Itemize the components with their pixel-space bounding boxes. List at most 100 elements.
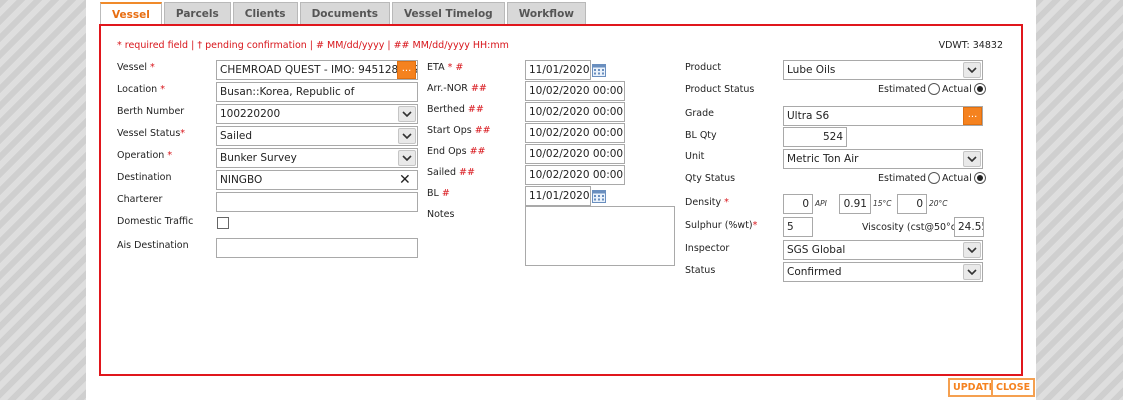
start-ops-field[interactable]: 10/02/2020 00:00 [525, 123, 625, 143]
arr-nor-field[interactable]: 10/02/2020 00:00 [525, 81, 625, 101]
viscosity-label: Viscosity (cst@50°c)* [862, 222, 965, 233]
viscosity-field[interactable]: 24.55 [954, 217, 984, 237]
chevron-down-icon [398, 106, 416, 122]
sailed-label: Sailed ## [427, 167, 475, 178]
sulphur-field[interactable]: 5 [783, 217, 813, 237]
end-ops-label: End Ops ## [427, 146, 486, 157]
actual-label: Actual [942, 83, 972, 95]
eta-field[interactable]: 11/01/2020 [525, 60, 591, 80]
grade-label: Grade [685, 108, 714, 119]
density-20-field[interactable]: 0 [897, 194, 927, 214]
density-20-unit: 20°C [929, 199, 948, 208]
density-label: Density * [685, 197, 729, 208]
destination-label: Destination [117, 172, 172, 183]
bl-label: BL # [427, 188, 450, 199]
vessel-label: Vessel * [117, 62, 155, 73]
inspector-select[interactable]: SGS Global [783, 240, 983, 260]
qty-status-radios: Estimated Actual [878, 172, 986, 184]
chevron-down-icon [398, 128, 416, 144]
vessel-form: * required field | † pending confirmatio… [99, 24, 1023, 376]
product-status-actual-radio[interactable] [973, 83, 986, 95]
tab-vessel[interactable]: Vessel [100, 2, 162, 24]
actual-label: Actual [942, 172, 972, 184]
qty-status-actual-radio[interactable] [973, 172, 986, 184]
tab-clients[interactable]: Clients [232, 2, 298, 24]
chevron-down-icon [963, 151, 981, 167]
vdwt-value: VDWT: 34832 [938, 40, 1003, 51]
bl-qty-field[interactable]: 524 [783, 127, 847, 147]
product-select[interactable]: Lube Oils [783, 60, 983, 80]
berth-number-select[interactable]: 100220200 [216, 104, 418, 124]
charterer-field[interactable] [216, 192, 418, 212]
status-select[interactable]: Confirmed [783, 262, 983, 282]
density-api-field[interactable]: 0 [783, 194, 813, 214]
sailed-field[interactable]: 10/02/2020 00:00 [525, 165, 625, 185]
inspector-label: Inspector [685, 243, 730, 254]
location-field[interactable]: Busan::Korea, Republic of [216, 82, 418, 102]
inspector-value: SGS Global [787, 244, 846, 256]
bl-date-field[interactable]: 11/01/2020 [525, 186, 591, 206]
ais-destination-field[interactable] [216, 238, 418, 258]
tab-bar: Vessel Parcels Clients Documents Vessel … [100, 2, 586, 24]
clear-icon[interactable]: ✕ [399, 173, 411, 187]
operation-value: Bunker Survey [220, 152, 297, 164]
unit-value: Metric Ton Air [787, 153, 859, 165]
qty-status-label: Qty Status [685, 173, 736, 184]
estimated-label: Estimated [878, 83, 926, 95]
vessel-status-select[interactable]: Sailed [216, 126, 418, 146]
density-api-unit: API [815, 199, 827, 208]
vessel-field[interactable]: CHEMROAD QUEST - IMO: 9451288, S [216, 60, 418, 80]
berth-number-label: Berth Number [117, 106, 185, 117]
operation-select[interactable]: Bunker Survey [216, 148, 418, 168]
vessel-status-label: Vessel Status* [117, 128, 186, 139]
qty-status-estimated-radio[interactable] [928, 172, 940, 184]
page-panel: Vessel Parcels Clients Documents Vessel … [86, 0, 1036, 400]
notes-label: Notes [427, 209, 455, 220]
operation-label: Operation * [117, 150, 173, 161]
grade-lookup-button[interactable]: ... [963, 107, 982, 125]
estimated-label: Estimated [878, 172, 926, 184]
field-legend: * required field | † pending confirmatio… [117, 40, 509, 51]
vessel-lookup-button[interactable]: ... [397, 61, 416, 79]
charterer-label: Charterer [117, 194, 163, 205]
product-status-estimated-radio[interactable] [928, 83, 940, 95]
density-15-unit: 15°C [873, 199, 892, 208]
product-label: Product [685, 62, 722, 73]
grade-field[interactable]: Ultra S6 [783, 106, 983, 126]
status-value: Confirmed [787, 266, 842, 278]
berthed-label: Berthed ## [427, 104, 484, 115]
chevron-down-icon [963, 62, 981, 78]
chevron-down-icon [963, 264, 981, 280]
eta-label: ETA * # [427, 62, 464, 73]
chevron-down-icon [963, 242, 981, 258]
unit-label: Unit [685, 151, 705, 162]
location-label: Location * [117, 84, 165, 95]
product-value: Lube Oils [787, 64, 836, 76]
close-button[interactable]: CLOSE [991, 378, 1036, 397]
tab-vessel-timelog[interactable]: Vessel Timelog [392, 2, 505, 24]
domestic-traffic-label: Domestic Traffic [117, 216, 194, 227]
arr-nor-label: Arr.-NOR ## [427, 83, 487, 94]
calendar-icon[interactable] [592, 63, 606, 77]
status-label: Status [685, 265, 716, 276]
calendar-icon[interactable] [592, 189, 606, 203]
tab-documents[interactable]: Documents [299, 2, 390, 24]
product-status-label: Product Status [685, 84, 755, 95]
sulphur-label: Sulphur (%wt)* [685, 220, 758, 231]
berthed-field[interactable]: 10/02/2020 00:00 [525, 102, 625, 122]
domestic-traffic-checkbox[interactable] [217, 217, 229, 229]
bl-qty-label: BL Qty [685, 130, 717, 141]
chevron-down-icon [398, 150, 416, 166]
ais-destination-label: Ais Destination [117, 240, 189, 251]
density-15-field[interactable]: 0.91 [839, 194, 871, 214]
tab-workflow[interactable]: Workflow [506, 2, 586, 24]
notes-textarea[interactable] [525, 206, 675, 266]
product-status-radios: Estimated Actual [878, 83, 986, 95]
unit-select[interactable]: Metric Ton Air [783, 149, 983, 169]
berth-number-value: 100220200 [220, 108, 281, 120]
end-ops-field[interactable]: 10/02/2020 00:00 [525, 144, 625, 164]
tab-parcels[interactable]: Parcels [163, 2, 231, 24]
destination-field[interactable]: NINGBO [216, 170, 418, 190]
vessel-status-value: Sailed [220, 130, 253, 142]
start-ops-label: Start Ops ## [427, 125, 491, 136]
